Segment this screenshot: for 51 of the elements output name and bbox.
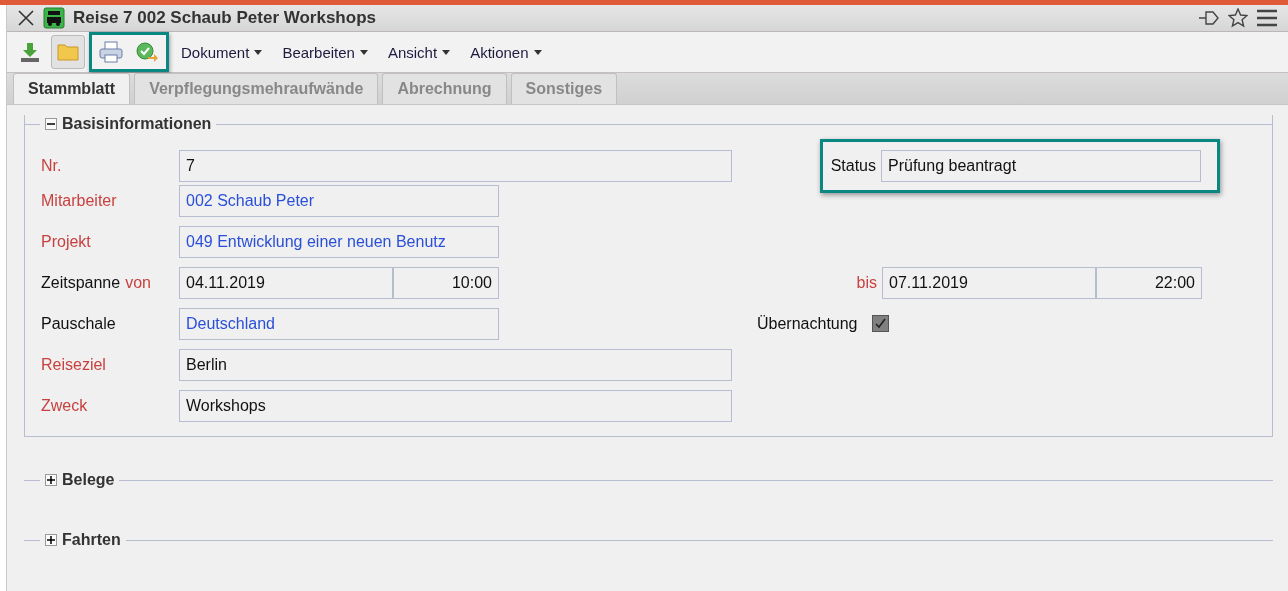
text-field[interactable]: Workshops <box>179 389 732 422</box>
vehicle-icon <box>43 7 65 29</box>
field-label: von <box>125 273 151 292</box>
menu-button[interactable]: Ansicht <box>379 43 459 61</box>
menu-icon[interactable] <box>1256 8 1278 28</box>
field-label: Projekt <box>41 232 91 251</box>
time-field[interactable]: 10:00 <box>393 266 499 299</box>
field-label: Zeitspanne <box>41 273 121 292</box>
section-title: Basisinformationen <box>62 115 212 133</box>
printer-icon <box>99 41 123 63</box>
date-field[interactable]: 04.11.2019 <box>179 266 393 299</box>
section-title: Fahrten <box>62 531 121 549</box>
field-label: Übernachtung <box>757 314 858 333</box>
minus-icon <box>47 120 55 128</box>
check-arrow-icon <box>135 41 159 63</box>
section-title: Belege <box>62 471 115 489</box>
text-field[interactable]: Prüfung beantragt <box>881 150 1201 182</box>
field-label: Status <box>830 157 876 175</box>
field-label: bis <box>856 273 877 292</box>
menu-button[interactable]: Dokument <box>173 43 271 61</box>
field-label: Nr. <box>41 157 62 175</box>
window-title: Reise 7 002 Schaub Peter Workshops <box>73 8 377 28</box>
download-icon <box>19 41 41 63</box>
date-field[interactable]: 07.11.2019 <box>882 266 1096 299</box>
text-field[interactable]: 002 Schaub Peter <box>179 184 499 217</box>
expand-button[interactable] <box>45 534 57 546</box>
field-label: Reiseziel <box>41 355 106 374</box>
menu-button[interactable]: Bearbeiten <box>274 43 376 61</box>
field-label: Pauschale <box>41 314 116 333</box>
star-icon[interactable] <box>1228 8 1248 28</box>
text-field[interactable]: Berlin <box>179 348 732 381</box>
pin-icon[interactable] <box>1198 8 1220 28</box>
plus-icon <box>47 476 55 484</box>
field-label: Zweck <box>41 396 88 415</box>
text-field[interactable]: Deutschland <box>179 307 499 340</box>
text-field[interactable]: 7 <box>179 150 732 182</box>
folder-icon <box>57 42 79 62</box>
checkbox[interactable] <box>871 315 889 332</box>
text-field[interactable]: 049 Entwicklung einer neuen Benutz <box>179 225 499 258</box>
menu-button[interactable]: Aktionen <box>462 43 550 61</box>
expand-button[interactable] <box>45 474 57 486</box>
close-icon[interactable] <box>17 9 35 27</box>
caret-icon <box>442 49 451 55</box>
time-field[interactable]: 22:00 <box>1096 266 1202 299</box>
tab[interactable]: Stammblatt <box>13 73 131 104</box>
field-label: Mitarbeiter <box>41 191 117 210</box>
caret-icon <box>533 49 542 55</box>
caret-icon <box>254 49 263 55</box>
caret-icon <box>359 49 368 55</box>
plus-icon <box>47 536 55 544</box>
collapse-button[interactable] <box>45 118 57 130</box>
